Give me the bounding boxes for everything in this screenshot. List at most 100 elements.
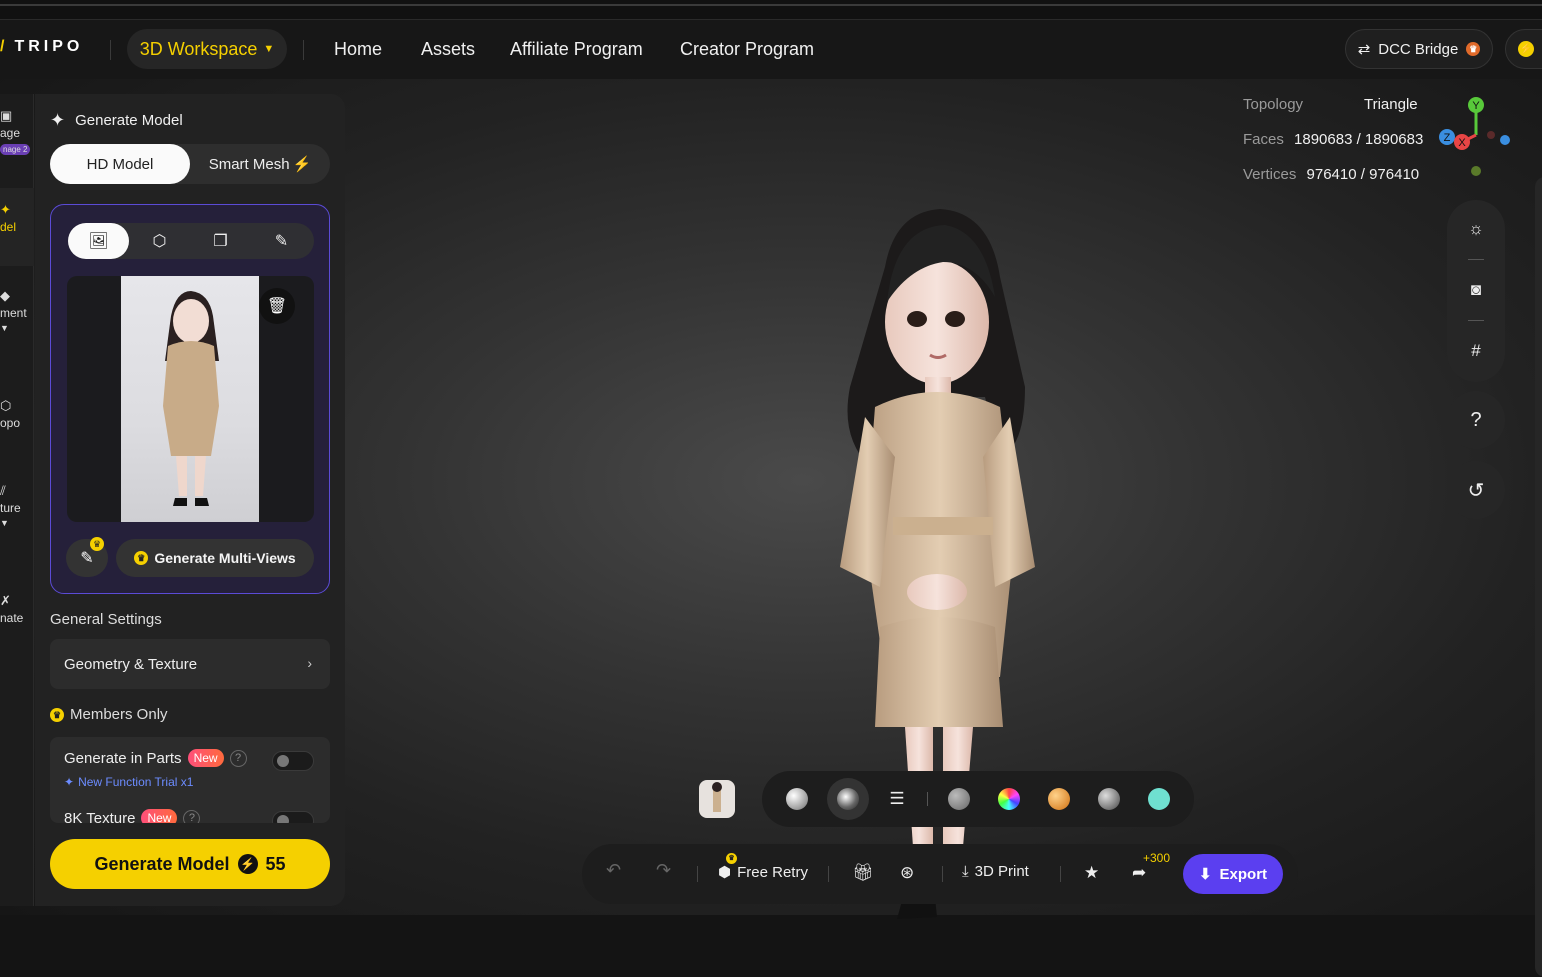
history-button[interactable]: ↺ (1447, 461, 1505, 519)
uploaded-image (121, 276, 259, 522)
generate-multiviews-button[interactable]: ♛ Generate Multi-Views (116, 539, 314, 577)
grid-icon[interactable]: # (1447, 341, 1505, 361)
generate-in-parts-row: Generate in Parts New ? (64, 749, 247, 767)
export-button[interactable]: ⬇ Export (1183, 854, 1283, 894)
faces-label: Faces (1243, 131, 1284, 148)
input-type-tabs: 🖼︎ ⬡ ❐ ✎ (68, 223, 314, 259)
help-button[interactable]: ? (1447, 391, 1505, 449)
texture-icon: ⫽ (0, 483, 6, 498)
gallery-input-tab[interactable]: ❐ (190, 223, 251, 259)
crown-badge-icon: ♛ (1466, 42, 1481, 56)
favorite-star-icon[interactable]: ★ (1084, 863, 1099, 883)
rail-item-segment[interactable]: ◆ ment ▼ (0, 288, 34, 358)
rail-item-retopo[interactable]: ⬡ opo (0, 398, 34, 448)
crown-icon: ♛ (90, 537, 104, 551)
rail-item-texture[interactable]: ⫽ ture ▼ (0, 483, 34, 553)
sliders-icon[interactable]: ☰ (886, 788, 908, 810)
generate-cost: 55 (265, 853, 286, 874)
right-edge-panel (1535, 177, 1542, 977)
nav-affiliate-program[interactable]: Affiliate Program (510, 39, 643, 60)
lighting-icon[interactable]: ☼ (1447, 219, 1505, 239)
vertices-stat: Vertices 976410 / 976410 (1243, 166, 1419, 183)
bolt-icon: ⚡ (292, 156, 312, 173)
material-rainbow[interactable] (998, 788, 1020, 810)
generate-model-button[interactable]: Generate Model ⚡ 55 (50, 839, 330, 889)
topology-label: Topology (1243, 96, 1304, 113)
print-icon: ⤓ (962, 863, 969, 880)
trash-icon: 🗑︎ (266, 298, 288, 315)
nav-home[interactable]: Home (334, 39, 382, 60)
image-input-tab[interactable]: 🖼︎ (68, 223, 129, 259)
trial-note: ✦ New Function Trial x1 (64, 775, 194, 789)
material-dark-metal[interactable] (1098, 788, 1120, 810)
8k-texture-row: 8K Texture New ? (64, 809, 201, 823)
dcc-bridge-label: DCC Bridge (1378, 40, 1459, 58)
draw-input-tab[interactable]: ✎ (251, 223, 312, 259)
geometry-texture-row[interactable]: Geometry & Texture › (50, 639, 330, 689)
free-retry-button[interactable]: ⬢ ♛ Free Retry (718, 853, 808, 881)
hd-model-option[interactable]: HD Model (50, 144, 190, 184)
bolt-coin-icon: ⚡ (237, 854, 258, 874)
help-circle-icon[interactable]: ? (183, 809, 201, 823)
generate-in-parts-toggle[interactable] (272, 751, 314, 771)
redo-button[interactable]: ↷ (656, 860, 671, 881)
chevron-right-icon: › (307, 655, 312, 671)
undo-button[interactable]: ↶ (606, 860, 621, 881)
3d-print-button[interactable]: ⤓ 3D Print (962, 863, 1029, 880)
material-bar: ☰ (762, 771, 1194, 827)
nav-assets[interactable]: Assets (421, 39, 475, 60)
left-tool-rail: ▣ age nage 2 ✦ del ◆ ment ▼ ⬡ opo ⫽ ture… (0, 94, 34, 906)
rail-badge: nage 2 (0, 144, 31, 155)
rail-item-image[interactable]: ▣ age nage 2 (0, 108, 34, 178)
download-icon: ⬇ (1198, 866, 1212, 883)
crown-icon: ♛ (134, 551, 149, 565)
vertices-value: 976410 / 976410 (1306, 166, 1420, 183)
image-icon: ▣ (0, 108, 13, 123)
material-gray[interactable] (948, 788, 970, 810)
action-bar: ↶ ↷ ⬢ ♛ Free Retry 🎁︎ ⊛ ⤓ 3D Print ★ ➦ +3… (582, 844, 1298, 904)
axis-gizmo[interactable]: Y Z X (1436, 95, 1516, 185)
delete-image-button[interactable]: 🗑︎ (259, 288, 295, 324)
camera-icon[interactable]: ◙ (1447, 280, 1505, 300)
multiview-input-tab[interactable]: ⬡ (129, 223, 190, 259)
orbit-icon[interactable]: ⊛ (900, 863, 914, 883)
caret-icon: ▼ (0, 518, 9, 528)
bolt-coin-icon: ⚡ (1518, 41, 1534, 57)
share-icon[interactable]: ➦ (1132, 863, 1146, 883)
model-thumbnail[interactable] (699, 780, 735, 818)
material-teal[interactable] (1148, 788, 1170, 810)
dcc-bridge-button[interactable]: ⇄ DCC Bridge ♛ (1345, 29, 1493, 69)
segment-icon: ◆ (0, 288, 10, 303)
smart-mesh-option[interactable]: Smart Mesh ⚡ (190, 144, 330, 184)
credits-button[interactable]: ⚡ (1505, 29, 1542, 69)
workspace-dropdown[interactable]: 3D Workspace ▼ (127, 29, 287, 69)
matcap-chrome-ball[interactable] (837, 788, 859, 810)
axis-y-label: Y (1472, 100, 1480, 112)
tripo-logo[interactable]: / TRIPO (0, 38, 83, 56)
faces-stat: Faces 1890683 / 1890683 (1243, 131, 1423, 148)
rail-item-animate[interactable]: ✗ nate (0, 593, 34, 643)
members-only-label: ♛ Members Only (50, 706, 168, 723)
matcap-white-ball[interactable] (786, 788, 808, 810)
sparkle-icon: ✦ (50, 110, 66, 130)
gift-icon[interactable]: 🎁︎ (852, 863, 874, 883)
topology-stat: Topology (1243, 96, 1303, 113)
nav-creator-program[interactable]: Creator Program (680, 39, 814, 60)
panel-title: ✦ Generate Model (50, 110, 183, 130)
caret-down-icon: ▼ (263, 43, 275, 55)
generate-in-parts-label: Generate in Parts (64, 749, 182, 767)
model-mode-toggle: HD Model Smart Mesh ⚡ (50, 144, 330, 184)
free-retry-label: Free Retry (737, 863, 808, 881)
uploaded-image-preview[interactable]: 🗑︎ (67, 276, 314, 522)
history-icon: ↺ (1467, 479, 1485, 502)
8k-texture-toggle[interactable] (272, 811, 314, 823)
new-badge: New (141, 809, 178, 823)
rail-item-model[interactable]: ✦ del (0, 188, 34, 266)
topology-value: Triangle (1364, 96, 1418, 113)
logo-mark-icon: / (0, 38, 9, 55)
edit-image-button[interactable]: ✎ ♛ (66, 537, 108, 577)
vertices-label: Vertices (1243, 166, 1297, 183)
help-circle-icon[interactable]: ? (229, 749, 247, 767)
material-orange[interactable] (1048, 788, 1070, 810)
generate-panel: ✦ Generate Model HD Model Smart Mesh ⚡ 🖼︎… (35, 94, 345, 906)
